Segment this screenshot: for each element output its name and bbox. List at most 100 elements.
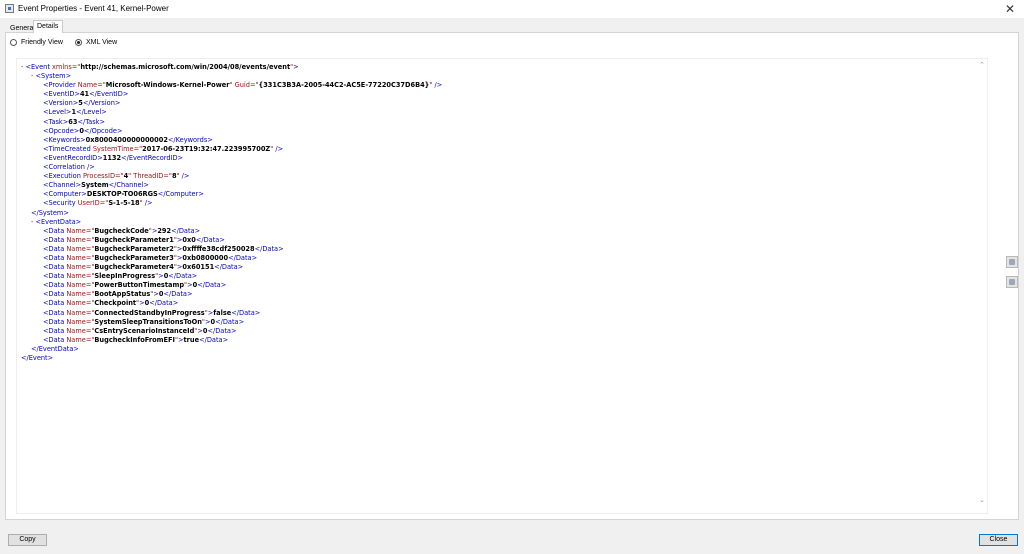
friendly-view-label[interactable]: Friendly View bbox=[21, 39, 63, 46]
xml-token: BugcheckParameter4 bbox=[94, 263, 174, 272]
xml-token: Name=" bbox=[66, 263, 95, 272]
xml-token: 0x60151 bbox=[182, 263, 215, 272]
xml-line: <Opcode>0</Opcode> bbox=[21, 127, 442, 136]
xml-token: </Keywords> bbox=[167, 135, 213, 144]
xml-token: </Data> bbox=[231, 308, 261, 317]
xml-token: </Data> bbox=[197, 281, 227, 290]
xml-token: UserID=" bbox=[77, 199, 109, 208]
xml-token: /> bbox=[179, 172, 190, 181]
xml-token: <Keywords> bbox=[43, 135, 86, 144]
xml-token: </Data> bbox=[214, 263, 244, 272]
xml-token: 0x8000400000000002 bbox=[85, 135, 168, 144]
scroll-down-icon[interactable]: ⌄ bbox=[978, 497, 986, 505]
xml-token: <Data bbox=[43, 299, 67, 308]
xml-line: </EventData> bbox=[21, 345, 442, 354]
xml-token: Name=" bbox=[66, 244, 95, 253]
next-event-button[interactable] bbox=[1006, 276, 1018, 288]
xml-view-pane[interactable]: - <Event xmlns="http://schemas.microsoft… bbox=[16, 58, 988, 514]
xml-token: <Data bbox=[43, 308, 67, 317]
xml-token: 0x0 bbox=[182, 235, 196, 244]
xml-token: Name=" bbox=[66, 308, 95, 317]
xml-line: </Event> bbox=[21, 354, 442, 363]
xml-line: </System> bbox=[21, 209, 442, 218]
window-close-icon[interactable]: ✕ bbox=[1002, 1, 1018, 17]
xml-token: <EventID> bbox=[43, 90, 80, 99]
xml-token: Name=" bbox=[66, 253, 95, 262]
xml-token: </EventData> bbox=[31, 344, 79, 353]
xml-token: Name=" bbox=[66, 335, 95, 344]
xml-content: - <Event xmlns="http://schemas.microsoft… bbox=[21, 63, 442, 363]
xml-token: Name=" bbox=[77, 81, 106, 90]
copy-button[interactable]: Copy bbox=[8, 534, 47, 546]
xml-line: <Execution ProcessID="4" ThreadID="8" /> bbox=[21, 172, 442, 181]
xml-token: 292 bbox=[157, 226, 172, 235]
xml-token: BugcheckParameter3 bbox=[94, 253, 174, 262]
event-viewer-icon bbox=[5, 4, 14, 13]
xml-token: <Event bbox=[25, 63, 52, 71]
xml-token: Name=" bbox=[66, 235, 95, 244]
xml-token: <Channel> bbox=[43, 181, 82, 190]
xml-token: Name=" bbox=[66, 226, 95, 235]
window-title: Event Properties - Event 41, Kernel-Powe… bbox=[18, 4, 169, 13]
xml-token: /> bbox=[432, 81, 443, 90]
xml-token: </Data> bbox=[195, 235, 225, 244]
xml-line: - <EventData> bbox=[21, 218, 442, 227]
xml-line: <Data Name="BugcheckParameter1">0x0</Dat… bbox=[21, 236, 442, 245]
xml-token: /> bbox=[142, 199, 153, 208]
xml-token: </System> bbox=[31, 208, 69, 217]
xml-token: CsEntryScenarioInstanceId bbox=[94, 326, 195, 335]
xml-line: <Data Name="SystemSleepTransitionsToOn">… bbox=[21, 318, 442, 327]
xml-token: > bbox=[293, 63, 299, 71]
xml-token: </Data> bbox=[228, 253, 258, 262]
xml-token: <Data bbox=[43, 281, 67, 290]
xml-token: </Channel> bbox=[108, 181, 149, 190]
xml-token: Name=" bbox=[66, 290, 95, 299]
tab-details[interactable]: Details bbox=[33, 20, 63, 33]
xml-token: PowerButtonTimestamp bbox=[94, 281, 185, 290]
xml-token: <Data bbox=[43, 335, 67, 344]
xml-token: ConnectedStandbyInProgress bbox=[94, 308, 205, 317]
xml-token: BugcheckParameter1 bbox=[94, 235, 174, 244]
xml-token: </Data> bbox=[163, 290, 193, 299]
xml-token: 0xffffe38cdf250028 bbox=[182, 244, 255, 253]
xml-token: <Data bbox=[43, 235, 67, 244]
xml-token: DESKTOP-TO06RGS bbox=[86, 190, 158, 199]
friendly-view-radio[interactable] bbox=[10, 39, 17, 46]
xml-line: <Version>5</Version> bbox=[21, 99, 442, 108]
xml-view-label[interactable]: XML View bbox=[86, 39, 117, 46]
xml-token: Microsoft-Windows-Kernel-Power bbox=[105, 81, 230, 90]
xml-token: <EventData> bbox=[35, 217, 82, 226]
previous-event-button[interactable] bbox=[1006, 256, 1018, 268]
xml-line: <Data Name="BootAppStatus">0</Data> bbox=[21, 290, 442, 299]
xml-line: - <Event xmlns="http://schemas.microsoft… bbox=[21, 63, 442, 72]
xml-token: SystemTime=" bbox=[92, 144, 143, 153]
close-button[interactable]: Close bbox=[979, 534, 1018, 546]
xml-token: <Computer> bbox=[43, 190, 87, 199]
xml-token: Name=" bbox=[66, 272, 95, 281]
xml-token: <Execution bbox=[43, 172, 83, 181]
xml-token: SystemSleepTransitionsToOn bbox=[94, 317, 202, 326]
xml-token: <Correlation /> bbox=[43, 163, 95, 172]
xml-view-radio[interactable] bbox=[75, 39, 82, 46]
up-arrow-icon bbox=[1009, 259, 1015, 265]
xml-token: </Data> bbox=[149, 299, 179, 308]
xml-token: <Data bbox=[43, 226, 67, 235]
xml-token: ProcessID=" bbox=[82, 172, 124, 181]
xml-token: /> bbox=[273, 144, 284, 153]
xml-token: </Data> bbox=[254, 244, 284, 253]
scroll-up-icon[interactable]: ⌃ bbox=[978, 62, 986, 70]
xml-line: <EventRecordID>1132</EventRecordID> bbox=[21, 154, 442, 163]
xml-line: <TimeCreated SystemTime="2017-06-23T19:3… bbox=[21, 145, 442, 154]
xml-token: xmlns=" bbox=[52, 63, 81, 71]
xml-token: <Data bbox=[43, 272, 67, 281]
xml-token: {331C3B3A-2005-44C2-AC5E-77220C37D6B4} bbox=[258, 81, 430, 90]
xml-token: SleepInProgress bbox=[94, 272, 156, 281]
xml-token: Name=" bbox=[66, 326, 95, 335]
xml-token: <Task> bbox=[43, 117, 69, 126]
xml-line: <Security UserID="S-1-5-18" /> bbox=[21, 199, 442, 208]
xml-token: <Data bbox=[43, 263, 67, 272]
xml-line: <Keywords>0x8000400000000002</Keywords> bbox=[21, 136, 442, 145]
xml-line: <Data Name="BugcheckInfoFromEFI">true</D… bbox=[21, 336, 442, 345]
xml-token: " ThreadID=" bbox=[128, 172, 172, 181]
xml-token: false bbox=[213, 308, 232, 317]
